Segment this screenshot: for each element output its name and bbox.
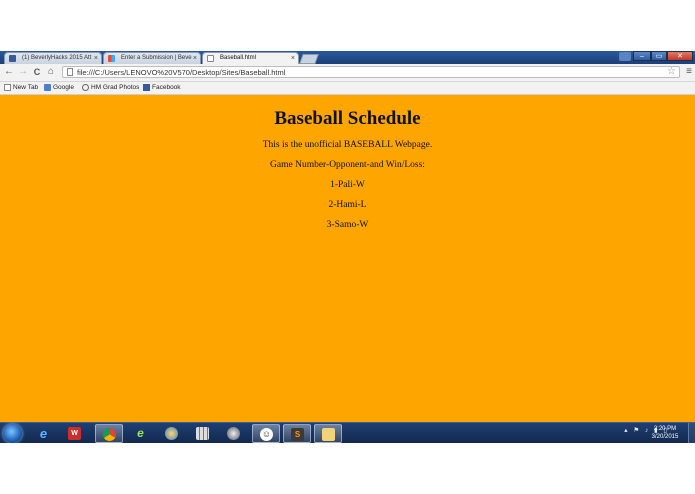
taskbar-calculator[interactable] — [192, 424, 214, 443]
forward-button[interactable]: → — [17, 66, 29, 78]
address-bar[interactable]: file:///C:/Users/LENOVO%20V570/Desktop/S… — [62, 66, 680, 78]
tab-label: Baseball.html — [220, 55, 257, 61]
page-icon — [4, 84, 11, 91]
smiley-icon: ☺ — [260, 428, 273, 441]
close-window-button[interactable]: ✕ — [667, 51, 693, 61]
link-icon — [82, 84, 89, 91]
toolbar: ← → C ⌂ file:///C:/Users/LENOVO%20V570/D… — [0, 64, 695, 82]
bookmark-label: New Tab — [13, 84, 39, 91]
devpost-icon — [108, 55, 115, 62]
internet-explorer-icon: e — [39, 426, 48, 441]
app-icon: W — [68, 427, 81, 440]
taskbar-sublime[interactable]: S — [283, 424, 311, 443]
facebook-icon — [143, 84, 150, 91]
disc-icon — [227, 427, 240, 440]
game-result: 3-Samo-W — [326, 220, 369, 230]
bookmark-new-tab[interactable]: New Tab — [4, 83, 38, 93]
reload-button[interactable]: C — [31, 66, 43, 78]
tab-baseball[interactable]: Baseball.html × — [202, 52, 299, 64]
tab-enter-submission[interactable]: Enter a Submission | Beve × — [103, 52, 201, 64]
close-icon[interactable]: × — [94, 53, 98, 64]
calculator-icon — [196, 427, 209, 440]
legend-text: Game Number-Opponent-and Win/Loss: — [270, 160, 425, 170]
chevron-up-icon[interactable]: ▴ — [624, 426, 627, 434]
folder-icon — [322, 428, 335, 441]
tab-label: (1) BeverlyHacks 2015 Att — [22, 55, 92, 61]
tab-label: Enter a Submission | Beve — [121, 55, 192, 61]
clock-date: 3/20/2015 — [651, 434, 679, 440]
page-title: Baseball Schedule — [274, 108, 421, 129]
bookmark-hm-grad-photos[interactable]: HM Grad Photos — [82, 83, 139, 93]
home-button[interactable]: ⌂ — [45, 66, 57, 78]
clock[interactable]: 2:20 PM 3/20/2015 — [645, 425, 685, 441]
page-content: Baseball Schedule This is the unofficial… — [0, 95, 695, 422]
close-icon[interactable]: × — [193, 53, 197, 64]
taskbar-app-red[interactable]: W — [64, 424, 86, 443]
sublime-icon: S — [291, 428, 304, 441]
google-icon — [44, 84, 51, 91]
star-icon[interactable]: ☆ — [667, 66, 676, 77]
taskbar-paint[interactable] — [161, 424, 183, 443]
taskbar-media[interactable] — [223, 424, 245, 443]
tab-strip: (1) BeverlyHacks 2015 Att × Enter a Subm… — [0, 51, 695, 64]
game-result: 1-Pali-W — [330, 180, 365, 190]
facebook-icon — [9, 55, 16, 62]
back-button[interactable]: ← — [3, 66, 15, 78]
page-icon — [207, 55, 214, 62]
url-text[interactable]: file:///C:/Users/LENOVO%20V570/Desktop/S… — [77, 67, 285, 78]
clock-time: 2:20 PM — [653, 426, 677, 432]
taskbar-messenger[interactable]: ☺ — [252, 424, 280, 443]
intro-text: This is the unofficial BASEBALL Webpage. — [262, 140, 433, 150]
window-controls: – ▭ ✕ — [633, 51, 693, 61]
bookmark-label: Google — [53, 84, 74, 91]
minimize-button[interactable]: – — [633, 51, 651, 61]
taskbar: e W e ☺ S ▴ ⚑ ♪ ▮ ▯ 2:20 PM 3/20/2015 — [0, 422, 695, 443]
bookmarks-bar: New Tab Google HM Grad Photos Facebook — [0, 82, 695, 95]
bookmark-google[interactable]: Google — [44, 83, 74, 93]
taskbar-ie[interactable]: e — [33, 424, 55, 443]
tab-beverlyhacks[interactable]: (1) BeverlyHacks 2015 Att × — [4, 52, 102, 64]
taskbar-explorer[interactable] — [314, 424, 342, 443]
edit-icon: e — [137, 426, 144, 440]
menu-icon[interactable]: ≡ — [686, 66, 692, 78]
taskbar-chrome[interactable] — [95, 424, 123, 443]
taskbar-ie-edit[interactable]: e — [130, 424, 152, 443]
page-icon — [67, 68, 73, 76]
start-button[interactable] — [3, 424, 22, 443]
flag-icon[interactable]: ⚑ — [633, 426, 639, 434]
close-icon[interactable]: × — [291, 53, 295, 64]
new-tab-button[interactable] — [299, 54, 319, 64]
chrome-icon — [103, 428, 116, 441]
bookmark-label: HM Grad Photos — [91, 84, 140, 91]
show-desktop-button[interactable] — [688, 423, 695, 443]
palette-icon — [165, 427, 178, 440]
screen: (1) BeverlyHacks 2015 Att × Enter a Subm… — [0, 51, 695, 443]
user-icon[interactable] — [619, 52, 631, 61]
bookmark-facebook[interactable]: Facebook — [143, 83, 181, 93]
game-result: 2-Hami-L — [328, 200, 367, 210]
bookmark-label: Facebook — [152, 84, 181, 91]
maximize-button[interactable]: ▭ — [651, 51, 667, 61]
